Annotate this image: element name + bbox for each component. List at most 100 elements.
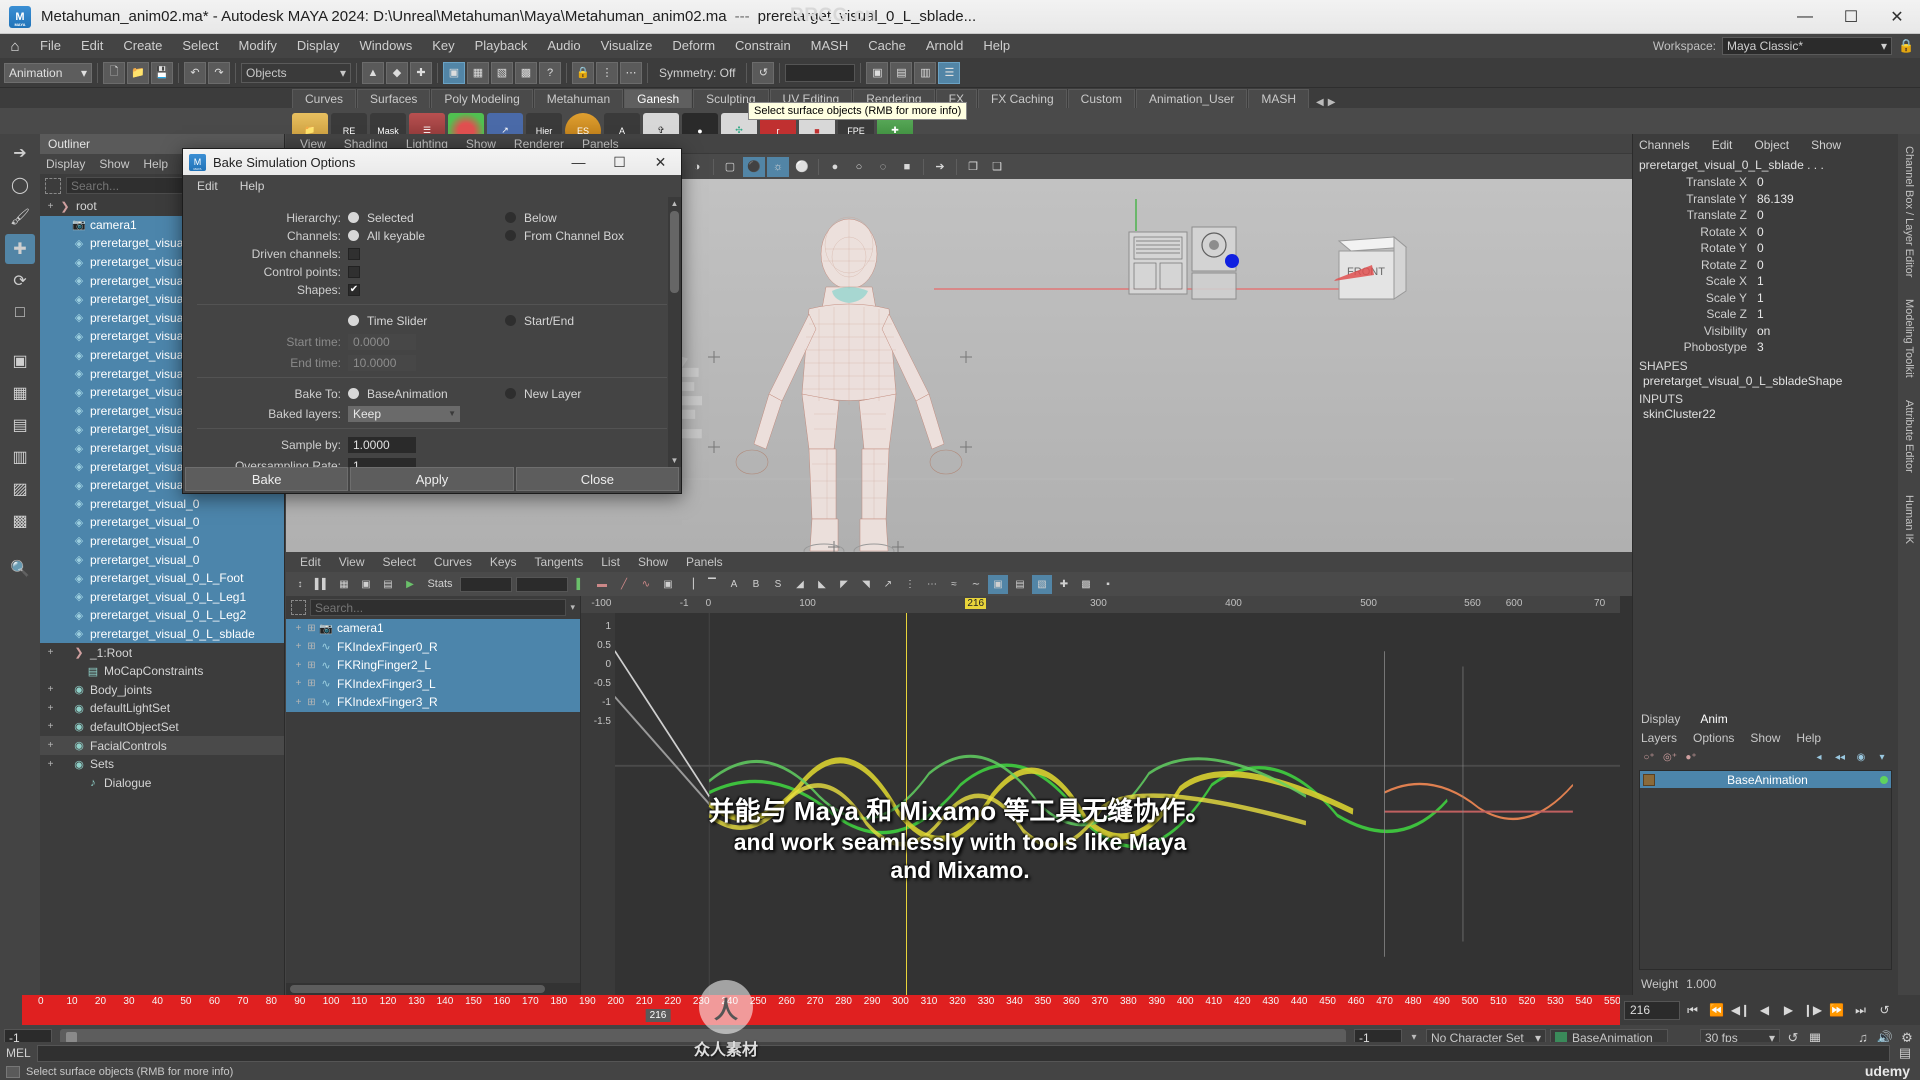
channel-row[interactable]: Phobostype 3 xyxy=(1633,339,1898,356)
channel-value[interactable]: 0 xyxy=(1753,175,1898,189)
shelf-tab-scroll-left[interactable]: ◀ xyxy=(1316,97,1324,108)
go-to-start-icon[interactable]: ⏮ xyxy=(1681,999,1704,1021)
denormalize-icon[interactable]: ∼ xyxy=(966,575,986,594)
layer-tab-anim[interactable]: Anim xyxy=(1700,712,1727,726)
outliner-menu-display[interactable]: Display xyxy=(46,157,85,171)
free-tangent-icon[interactable]: ◤ xyxy=(834,575,854,594)
outliner-item[interactable]: ◈ preretarget_visual_0 xyxy=(40,550,284,569)
layer-menu-layers[interactable]: Layers xyxy=(1641,731,1677,745)
copy-view-icon[interactable]: ❐ xyxy=(962,157,984,177)
select-handle-icon[interactable]: ▣ xyxy=(443,61,465,84)
new-scene-icon[interactable]: 🗋 xyxy=(103,61,125,84)
rotate-tool-icon[interactable]: ⟳ xyxy=(5,266,35,296)
channel-box-shape-item[interactable]: preretarget_visual_0_L_sbladeShape xyxy=(1633,374,1898,389)
unify-tangents-icon[interactable]: ◣ xyxy=(812,575,832,594)
menu-create[interactable]: Create xyxy=(113,34,172,58)
mel-input[interactable] xyxy=(36,1044,1890,1062)
channel-value[interactable]: 1 xyxy=(1753,274,1898,288)
graph-menu-list[interactable]: List xyxy=(601,555,620,569)
graph-curve-area[interactable]: -100 -1 0 100 216 300 400 500 560 600 70 1 0.5 0 -0.5… xyxy=(581,596,1620,995)
bake-simulation-options-dialog[interactable]: M Bake Simulation Options — ☐ ✕ Edit Hel… xyxy=(182,148,682,494)
tangent-stepped-icon[interactable]: ▕ xyxy=(680,575,700,594)
layer-options-icon[interactable]: ▾ xyxy=(1874,750,1890,764)
gamma-icon[interactable]: ◑ xyxy=(686,157,708,177)
outliner-menu-help[interactable]: Help xyxy=(143,157,168,171)
menu-help[interactable]: Help xyxy=(973,34,1020,58)
create-layer-above-icon[interactable]: ●⁺ xyxy=(1683,750,1699,764)
insert-keys-icon[interactable]: ▌▌ xyxy=(312,575,332,594)
shelf-tab-mash[interactable]: MASH xyxy=(1248,89,1310,108)
ipr-render-icon[interactable]: ▤ xyxy=(890,61,913,84)
close-button[interactable]: ✕ xyxy=(1874,0,1920,34)
close-button[interactable]: Close xyxy=(515,467,679,491)
select-by-hierarchy-icon[interactable]: ▲ xyxy=(362,61,384,84)
shelf-tab-metahuman[interactable]: Metahuman xyxy=(533,89,624,108)
render-view-icon[interactable]: ▣ xyxy=(866,61,889,84)
ao-icon[interactable]: ⚪ xyxy=(791,157,813,177)
render-settings-icon[interactable]: ▥ xyxy=(914,61,937,84)
menu-display[interactable]: Display xyxy=(287,34,350,58)
layer-menu-help[interactable]: Help xyxy=(1796,731,1821,745)
hierarchy-selected-radio[interactable] xyxy=(348,212,359,223)
expand-toggle-icon[interactable]: + xyxy=(292,678,305,689)
paint-select-tool-icon[interactable]: 🖌 xyxy=(5,202,35,232)
menu-arnold[interactable]: Arnold xyxy=(916,34,974,58)
graph-plot[interactable] xyxy=(615,613,1620,995)
menu-mash[interactable]: MASH xyxy=(801,34,859,58)
lock-selection-icon[interactable]: 🔒 xyxy=(572,61,594,84)
shelf-tab-poly-modeling[interactable]: Poly Modeling xyxy=(431,89,533,108)
channel-value[interactable]: 1 xyxy=(1753,291,1898,305)
expand-toggle-icon[interactable]: + xyxy=(44,703,57,714)
expand-toggle-icon[interactable]: + xyxy=(292,660,305,671)
timerange-timeslider-radio[interactable] xyxy=(348,315,359,326)
search-icon[interactable]: 🔍 xyxy=(5,554,35,584)
buffer-curve-icon[interactable]: B xyxy=(746,575,766,594)
layer-menu-options[interactable]: Options xyxy=(1693,731,1734,745)
menu-select[interactable]: Select xyxy=(172,34,228,58)
channels-allkeyable-radio[interactable] xyxy=(348,230,359,241)
cb-menu-edit[interactable]: Edit xyxy=(1712,138,1733,152)
menu-edit[interactable]: Edit xyxy=(71,34,113,58)
outliner-item[interactable]: + ◉ Body_joints xyxy=(40,680,284,699)
save-scene-icon[interactable]: 💾 xyxy=(151,61,173,84)
channel-value[interactable]: 0 xyxy=(1753,208,1898,222)
vtab-channel-box[interactable]: Channel Box / Layer Editor xyxy=(1901,140,1917,283)
redo-icon[interactable]: ↷ xyxy=(208,61,230,84)
baketo-newlayer-radio[interactable] xyxy=(505,388,516,399)
shelf-tab-scroll-right[interactable]: ▶ xyxy=(1328,97,1336,108)
screenshot-icon[interactable]: ■ xyxy=(896,157,918,177)
graph-vscrollbar[interactable] xyxy=(1620,596,1632,995)
tangent-linear-icon[interactable]: ╱ xyxy=(614,575,634,594)
weighted-tangents-icon[interactable]: ↗ xyxy=(878,575,898,594)
script-editor-icon[interactable]: ▤ xyxy=(1896,1045,1914,1061)
symmetry-label[interactable]: Symmetry: Off xyxy=(653,66,741,80)
channel-value[interactable]: 86.139 xyxy=(1753,192,1898,206)
workspace-select[interactable]: Maya Classic* ▾ xyxy=(1722,37,1892,55)
visibility-toggle-icon[interactable]: ⊞ xyxy=(305,641,318,652)
visibility-toggle-icon[interactable]: ⊞ xyxy=(305,697,318,708)
channel-value[interactable]: 3 xyxy=(1753,340,1898,354)
channel-value[interactable]: 0 xyxy=(1753,241,1898,255)
scroll-thumb[interactable] xyxy=(290,985,545,993)
step-back-icon[interactable]: ⏪ xyxy=(1705,999,1728,1021)
current-frame-field[interactable]: 216 xyxy=(1624,1000,1680,1020)
dialog-minimize-button[interactable]: — xyxy=(558,149,599,175)
dialog-scrollbar[interactable]: ▲ ▼ xyxy=(668,197,681,467)
outliner-item[interactable]: + ◉ FacialControls xyxy=(40,736,284,755)
shapes-checkbox[interactable]: ✔ xyxy=(348,283,360,296)
channel-box-attributes[interactable]: Translate X 0 Translate Y 86.139 Translate Z… xyxy=(1633,174,1898,356)
baked-layers-select[interactable]: Keep ▼ xyxy=(348,405,460,422)
snap-curve-icon[interactable]: ⋯ xyxy=(620,61,642,84)
menu-playback[interactable]: Playback xyxy=(465,34,538,58)
end-time-field[interactable]: 10.0000 xyxy=(348,354,416,371)
select-surface-icon[interactable]: ▦ xyxy=(467,61,489,84)
outliner-item[interactable]: ◈ preretarget_visual_0_L_Foot xyxy=(40,568,284,588)
expand-toggle-icon[interactable]: + xyxy=(44,201,57,212)
shelf-tab-curves[interactable]: Curves xyxy=(292,89,357,108)
menu-cache[interactable]: Cache xyxy=(858,34,916,58)
post-infinity-icon[interactable]: ✚ xyxy=(1054,575,1074,594)
select-by-component-icon[interactable]: ◆ xyxy=(386,61,408,84)
snapshot-icon[interactable]: S xyxy=(768,575,788,594)
auto-frame-icon[interactable]: ▣ xyxy=(988,574,1008,594)
select-deform-icon[interactable]: ▧ xyxy=(491,61,513,84)
